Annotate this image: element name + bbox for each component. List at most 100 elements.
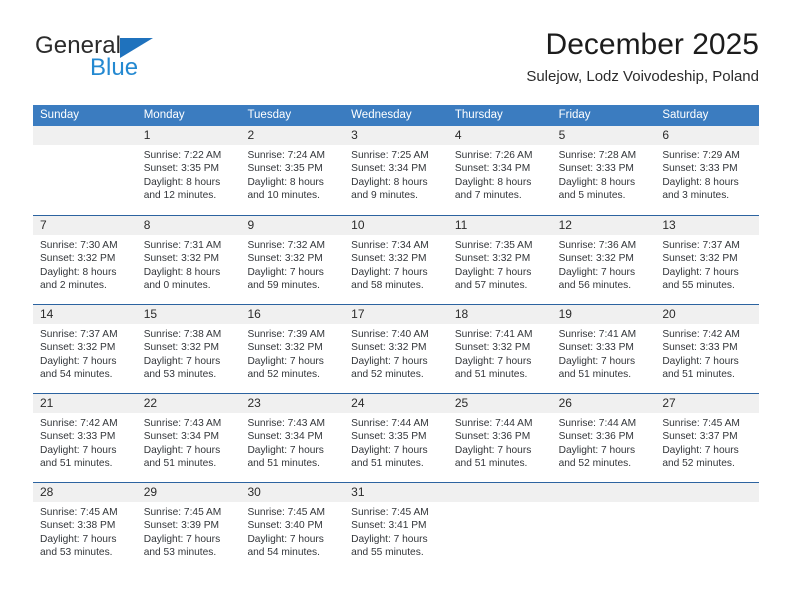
day-cell[interactable]: 2 Sunrise: 7:24 AM Sunset: 3:35 PM Dayli… <box>240 126 345 215</box>
day-cell[interactable]: 21 Sunrise: 7:42 AM Sunset: 3:33 PM Dayl… <box>33 394 137 482</box>
day-cell[interactable]: 8 Sunrise: 7:31 AM Sunset: 3:32 PM Dayli… <box>136 216 241 304</box>
sunrise-line: Sunrise: 7:22 AM <box>143 150 222 161</box>
day-number-band: 21 <box>33 394 137 413</box>
logo-text-blue: Blue <box>90 54 139 81</box>
day-cell[interactable]: 28 Sunrise: 7:45 AM Sunset: 3:38 PM Dayl… <box>33 483 137 571</box>
daylight-line-2: and 7 minutes. <box>454 190 522 202</box>
day-cell[interactable]: 18 Sunrise: 7:41 AM Sunset: 3:32 PM Dayl… <box>447 305 552 393</box>
day-details: Sunrise: 7:26 AM Sunset: 3:34 PM Dayligh… <box>448 145 552 203</box>
day-number-band: 24 <box>344 394 448 413</box>
day-cell[interactable]: 30 Sunrise: 7:45 AM Sunset: 3:40 PM Dayl… <box>240 483 345 571</box>
calendar-grid: Sunday Monday Tuesday Wednesday Thursday… <box>33 105 760 571</box>
sunset-line: Sunset: 3:32 PM <box>143 253 220 265</box>
day-number-band: 13 <box>655 216 760 235</box>
day-details: Sunrise: 7:39 AM Sunset: 3:32 PM Dayligh… <box>240 324 344 382</box>
day-number: 3 <box>351 128 358 142</box>
day-cell[interactable]: 26 Sunrise: 7:44 AM Sunset: 3:36 PM Dayl… <box>551 394 656 482</box>
day-cell[interactable]: 4 Sunrise: 7:26 AM Sunset: 3:34 PM Dayli… <box>447 126 552 215</box>
day-number: 27 <box>662 396 676 410</box>
daylight-line-2: and 5 minutes. <box>558 190 626 202</box>
day-cell[interactable]: 5 Sunrise: 7:28 AM Sunset: 3:33 PM Dayli… <box>551 126 656 215</box>
day-details: Sunrise: 7:44 AM Sunset: 3:36 PM Dayligh… <box>448 413 552 471</box>
day-number-band: 9 <box>240 216 345 235</box>
day-cell[interactable]: 6 Sunrise: 7:29 AM Sunset: 3:33 PM Dayli… <box>655 126 760 215</box>
day-number-band: 28 <box>33 483 137 502</box>
general-blue-logo[interactable]: General Blue <box>33 30 263 90</box>
day-details: Sunrise: 7:41 AM Sunset: 3:33 PM Dayligh… <box>552 324 656 382</box>
day-cell[interactable]: 12 Sunrise: 7:36 AM Sunset: 3:32 PM Dayl… <box>551 216 656 304</box>
day-cell[interactable]: 20 Sunrise: 7:42 AM Sunset: 3:33 PM Dayl… <box>655 305 760 393</box>
day-cell[interactable]: 3 Sunrise: 7:25 AM Sunset: 3:34 PM Dayli… <box>344 126 448 215</box>
day-cell[interactable]: 17 Sunrise: 7:40 AM Sunset: 3:32 PM Dayl… <box>344 305 448 393</box>
day-number: 17 <box>351 307 365 321</box>
sunrise-line: Sunrise: 7:34 AM <box>351 240 429 251</box>
sunset-line: Sunset: 3:37 PM <box>662 431 738 443</box>
day-cell[interactable]: 1 Sunrise: 7:22 AM Sunset: 3:35 PM Dayli… <box>136 126 241 215</box>
day-cell[interactable] <box>33 126 137 215</box>
day-cell[interactable] <box>447 483 552 571</box>
day-cell[interactable]: 15 Sunrise: 7:38 AM Sunset: 3:32 PM Dayl… <box>136 305 241 393</box>
page-title: December 2025 <box>545 28 759 61</box>
day-details: Sunrise: 7:25 AM Sunset: 3:34 PM Dayligh… <box>344 145 448 203</box>
week-row: 14 Sunrise: 7:37 AM Sunset: 3:32 PM Dayl… <box>33 304 760 393</box>
day-cell[interactable]: 11 Sunrise: 7:35 AM Sunset: 3:32 PM Dayl… <box>447 216 552 304</box>
daylight-line-1: Daylight: 8 hours <box>351 176 428 188</box>
day-details: Sunrise: 7:44 AM Sunset: 3:35 PM Dayligh… <box>344 413 448 471</box>
sunrise-line: Sunrise: 7:43 AM <box>143 418 222 429</box>
day-number: 4 <box>454 128 462 142</box>
daylight-line-1: Daylight: 7 hours <box>558 355 636 367</box>
day-number-band: 30 <box>240 483 345 502</box>
daylight-line-2: and 52 minutes. <box>351 369 424 381</box>
day-cell[interactable]: 19 Sunrise: 7:41 AM Sunset: 3:33 PM Dayl… <box>551 305 656 393</box>
daylight-line-1: Daylight: 8 hours <box>662 176 739 188</box>
day-number: 10 <box>351 218 365 232</box>
day-cell[interactable]: 25 Sunrise: 7:44 AM Sunset: 3:36 PM Dayl… <box>447 394 552 482</box>
day-cell[interactable]: 16 Sunrise: 7:39 AM Sunset: 3:32 PM Dayl… <box>240 305 345 393</box>
day-number-band: 17 <box>344 305 448 324</box>
daylight-line-1: Daylight: 7 hours <box>454 355 532 367</box>
day-cell[interactable]: 9 Sunrise: 7:32 AM Sunset: 3:32 PM Dayli… <box>240 216 345 304</box>
daylight-line-1: Daylight: 7 hours <box>662 355 739 367</box>
day-details: Sunrise: 7:37 AM Sunset: 3:32 PM Dayligh… <box>33 324 137 382</box>
sunrise-line: Sunrise: 7:41 AM <box>558 329 637 340</box>
day-number: 8 <box>143 218 151 232</box>
page-subtitle-location: Sulejow, Lodz Voivodeship, Poland <box>526 68 759 85</box>
day-cell[interactable]: 22 Sunrise: 7:43 AM Sunset: 3:34 PM Dayl… <box>136 394 241 482</box>
day-details: Sunrise: 7:37 AM Sunset: 3:32 PM Dayligh… <box>655 235 759 293</box>
day-cell[interactable]: 13 Sunrise: 7:37 AM Sunset: 3:32 PM Dayl… <box>655 216 760 304</box>
day-number: 13 <box>662 218 676 232</box>
daylight-line-1: Daylight: 7 hours <box>247 444 324 456</box>
day-number-band: 2 <box>240 126 345 145</box>
day-cell[interactable] <box>551 483 656 571</box>
day-number: 11 <box>454 218 468 232</box>
day-number: 18 <box>454 307 469 321</box>
calendar-page: General Blue December 2025 Sulejow, Lodz… <box>0 0 792 612</box>
daylight-line-1: Daylight: 7 hours <box>454 266 532 278</box>
day-cell[interactable]: 27 Sunrise: 7:45 AM Sunset: 3:37 PM Dayl… <box>655 394 760 482</box>
day-number: 2 <box>247 128 255 142</box>
day-cell[interactable]: 29 Sunrise: 7:45 AM Sunset: 3:39 PM Dayl… <box>136 483 241 571</box>
daylight-line-2: and 51 minutes. <box>662 369 735 381</box>
weekday-header-wednesday: Wednesday <box>351 109 412 121</box>
sunrise-line: Sunrise: 7:38 AM <box>143 329 222 340</box>
day-number-band: 3 <box>344 126 448 145</box>
day-number-band: 22 <box>136 394 241 413</box>
day-number: 26 <box>558 396 572 410</box>
daylight-line-2: and 53 minutes. <box>143 369 217 381</box>
day-details: Sunrise: 7:45 AM Sunset: 3:39 PM Dayligh… <box>137 502 241 560</box>
day-number-band: 10 <box>344 216 448 235</box>
daylight-line-2: and 52 minutes. <box>662 458 735 470</box>
day-details: Sunrise: 7:45 AM Sunset: 3:37 PM Dayligh… <box>655 413 759 471</box>
day-cell[interactable]: 10 Sunrise: 7:34 AM Sunset: 3:32 PM Dayl… <box>344 216 448 304</box>
day-number-band: 14 <box>33 305 137 324</box>
day-cell[interactable]: 24 Sunrise: 7:44 AM Sunset: 3:35 PM Dayl… <box>344 394 448 482</box>
day-cell[interactable] <box>655 483 760 571</box>
day-cell[interactable]: 31 Sunrise: 7:45 AM Sunset: 3:41 PM Dayl… <box>344 483 448 571</box>
day-cell[interactable]: 23 Sunrise: 7:43 AM Sunset: 3:34 PM Dayl… <box>240 394 345 482</box>
day-details: Sunrise: 7:24 AM Sunset: 3:35 PM Dayligh… <box>240 145 344 203</box>
weekday-header-saturday: Saturday <box>662 109 709 121</box>
sunset-line: Sunset: 3:32 PM <box>558 253 634 265</box>
sunset-line: Sunset: 3:38 PM <box>40 520 116 532</box>
day-cell[interactable]: 14 Sunrise: 7:37 AM Sunset: 3:32 PM Dayl… <box>33 305 137 393</box>
day-cell[interactable]: 7 Sunrise: 7:30 AM Sunset: 3:32 PM Dayli… <box>33 216 137 304</box>
